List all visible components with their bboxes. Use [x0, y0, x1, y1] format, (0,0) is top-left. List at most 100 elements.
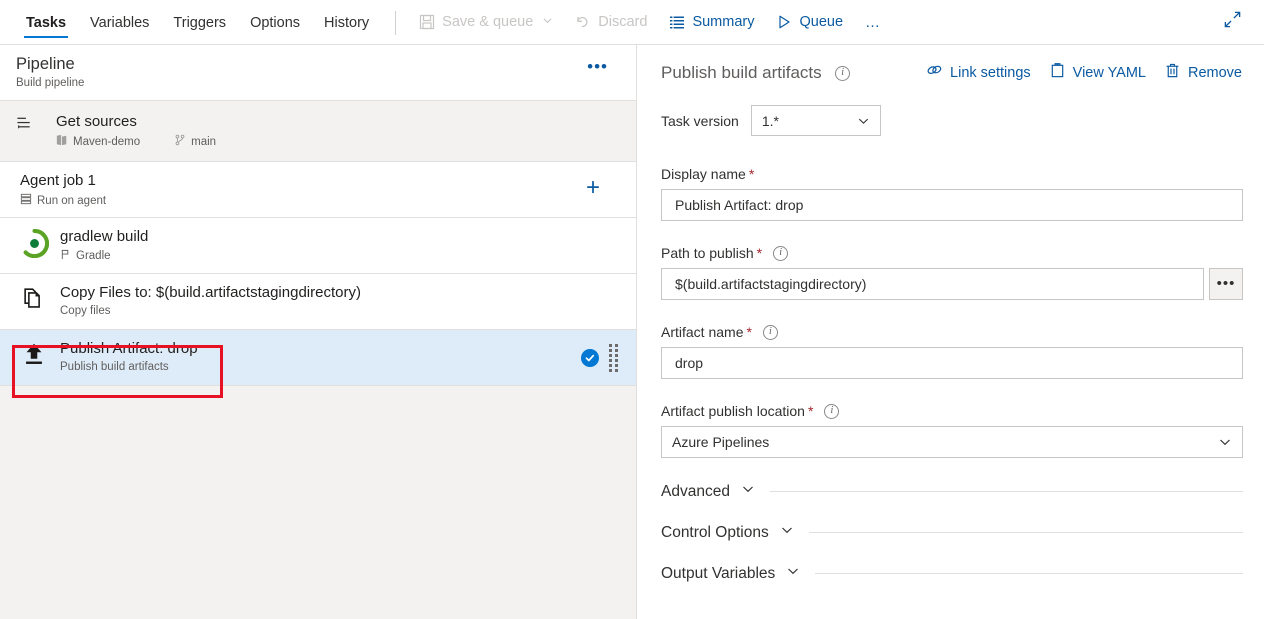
section-divider	[809, 532, 1243, 533]
agent-job-subtitle: Run on agent	[37, 195, 106, 207]
artifact-publish-location-value: Azure Pipelines	[672, 434, 769, 450]
info-icon[interactable]: i	[835, 66, 850, 81]
info-icon[interactable]: i	[773, 246, 788, 261]
more-icon: …	[865, 14, 882, 31]
link-settings-button[interactable]: Link settings	[926, 62, 1031, 83]
tab-label: Options	[250, 15, 300, 31]
artifact-publish-location-label-line: Artifact publish location* i	[661, 403, 1243, 419]
drag-handle-icon[interactable]	[609, 344, 618, 372]
task-icon-wrap	[20, 283, 60, 318]
tab-variables[interactable]: Variables	[78, 0, 161, 45]
tab-label: Variables	[90, 15, 149, 31]
agent-job-text: Agent job 1 Run on agent	[16, 171, 106, 208]
chevron-down-icon	[780, 523, 794, 542]
azure-pipelines-task-editor: Tasks Variables Triggers Options History	[0, 0, 1264, 619]
repo-group: Maven-demo	[56, 134, 140, 149]
gradle-flag-icon	[60, 249, 71, 263]
tab-options[interactable]: Options	[238, 0, 312, 45]
task-version-value: 1.*	[762, 113, 779, 129]
azure-repos-icon	[16, 115, 33, 137]
gradle-icon	[20, 229, 49, 263]
task-title: gradlew build	[60, 227, 148, 246]
add-task-button[interactable]: +	[586, 178, 600, 198]
remove-button[interactable]: Remove	[1164, 62, 1242, 83]
task-details-panel: Publish build artifacts i Link settings	[638, 45, 1264, 619]
artifact-name-label: Artifact name*	[661, 324, 752, 340]
save-and-queue-label: Save & queue	[442, 14, 533, 30]
publish-upload-icon	[20, 341, 48, 374]
summary-button[interactable]: Summary	[658, 0, 765, 45]
pipeline-subtitle: Build pipeline	[16, 77, 636, 89]
path-to-publish-input-group: •••	[661, 268, 1243, 300]
list-icon	[669, 14, 685, 30]
section-control-options[interactable]: Control Options	[661, 523, 1243, 542]
top-toolbar: Tasks Variables Triggers Options History	[0, 0, 1264, 45]
branch-group: main	[174, 134, 216, 149]
toolbar-actions: Save & queue Discard	[408, 0, 893, 44]
discard-button[interactable]: Discard	[564, 0, 658, 45]
path-to-publish-label-line: Path to publish* i	[661, 245, 1243, 261]
task-title: Publish Artifact: drop	[60, 339, 198, 358]
chevron-down-icon	[741, 482, 755, 501]
get-sources-title: Get sources	[56, 112, 216, 131]
task-meta: Copy files	[60, 305, 361, 317]
required-marker: *	[757, 245, 762, 261]
get-sources-icon-wrap	[16, 112, 56, 137]
pipeline-tree-panel: Pipeline Build pipeline •••	[0, 45, 637, 619]
clipboard-icon	[1049, 62, 1066, 83]
details-body: Task version 1.* Display name*	[638, 97, 1264, 583]
browse-path-button[interactable]: •••	[1209, 268, 1243, 300]
link-settings-label: Link settings	[950, 65, 1031, 81]
task-title: Copy Files to: $(build.artifactstagingdi…	[60, 283, 361, 302]
tab-history[interactable]: History	[312, 0, 381, 45]
artifact-name-input[interactable]	[661, 347, 1243, 379]
required-marker: *	[808, 403, 813, 419]
agent-job-meta: Run on agent	[20, 193, 106, 208]
save-and-queue-button[interactable]: Save & queue	[408, 0, 564, 45]
task-version-select[interactable]: 1.*	[751, 105, 881, 136]
required-marker: *	[746, 324, 751, 340]
agent-job-title: Agent job 1	[20, 171, 106, 190]
display-name-field: Display name*	[661, 166, 1243, 221]
task-text: gradlew build Gradle	[60, 227, 148, 263]
artifact-name-label-line: Artifact name* i	[661, 324, 1243, 340]
task-subtitle: Gradle	[76, 250, 111, 262]
artifact-publish-location-label-text: Artifact publish location	[661, 403, 805, 419]
section-output-variables[interactable]: Output Variables	[661, 564, 1243, 583]
view-yaml-label: View YAML	[1073, 65, 1146, 81]
details-header: Publish build artifacts i Link settings	[638, 45, 1264, 97]
tab-label: Triggers	[173, 15, 226, 31]
display-name-label: Display name*	[661, 166, 754, 182]
task-meta: Publish build artifacts	[60, 361, 198, 373]
path-to-publish-input[interactable]	[661, 268, 1204, 300]
chevron-down-icon	[786, 564, 800, 583]
task-subtitle: Publish build artifacts	[60, 361, 169, 373]
section-divider	[770, 491, 1243, 492]
check-circle-icon	[581, 349, 599, 367]
expand-view-button[interactable]	[1223, 0, 1264, 44]
pipeline-more-button[interactable]: •••	[587, 61, 608, 73]
get-sources-row[interactable]: Get sources Maven-demo	[0, 101, 636, 162]
task-row-copy-files[interactable]: Copy Files to: $(build.artifactstagingdi…	[0, 274, 636, 330]
view-yaml-button[interactable]: View YAML	[1049, 62, 1146, 83]
display-name-input[interactable]	[661, 189, 1243, 221]
task-version-field: Task version 1.*	[661, 105, 1243, 136]
pipeline-header[interactable]: Pipeline Build pipeline •••	[0, 45, 636, 101]
info-icon[interactable]: i	[763, 325, 778, 340]
artifact-publish-location-select[interactable]: Azure Pipelines	[661, 426, 1243, 458]
more-options-button[interactable]: …	[854, 0, 893, 45]
queue-button[interactable]: Queue	[765, 0, 854, 45]
task-row-publish-artifact[interactable]: Publish Artifact: drop Publish build art…	[0, 330, 636, 386]
section-advanced[interactable]: Advanced	[661, 482, 1243, 501]
summary-label: Summary	[692, 14, 754, 30]
save-icon	[419, 14, 435, 30]
details-title: Publish build artifacts	[661, 63, 822, 83]
section-title: Advanced	[661, 483, 730, 501]
tab-tasks[interactable]: Tasks	[14, 0, 78, 45]
tab-triggers[interactable]: Triggers	[161, 0, 238, 45]
queue-label: Queue	[799, 14, 843, 30]
agent-job-row[interactable]: Agent job 1 Run on agent +	[0, 162, 636, 218]
info-icon[interactable]: i	[824, 404, 839, 419]
pipeline-title: Pipeline	[16, 54, 636, 74]
task-row-gradlew-build[interactable]: gradlew build Gradle	[0, 218, 636, 274]
